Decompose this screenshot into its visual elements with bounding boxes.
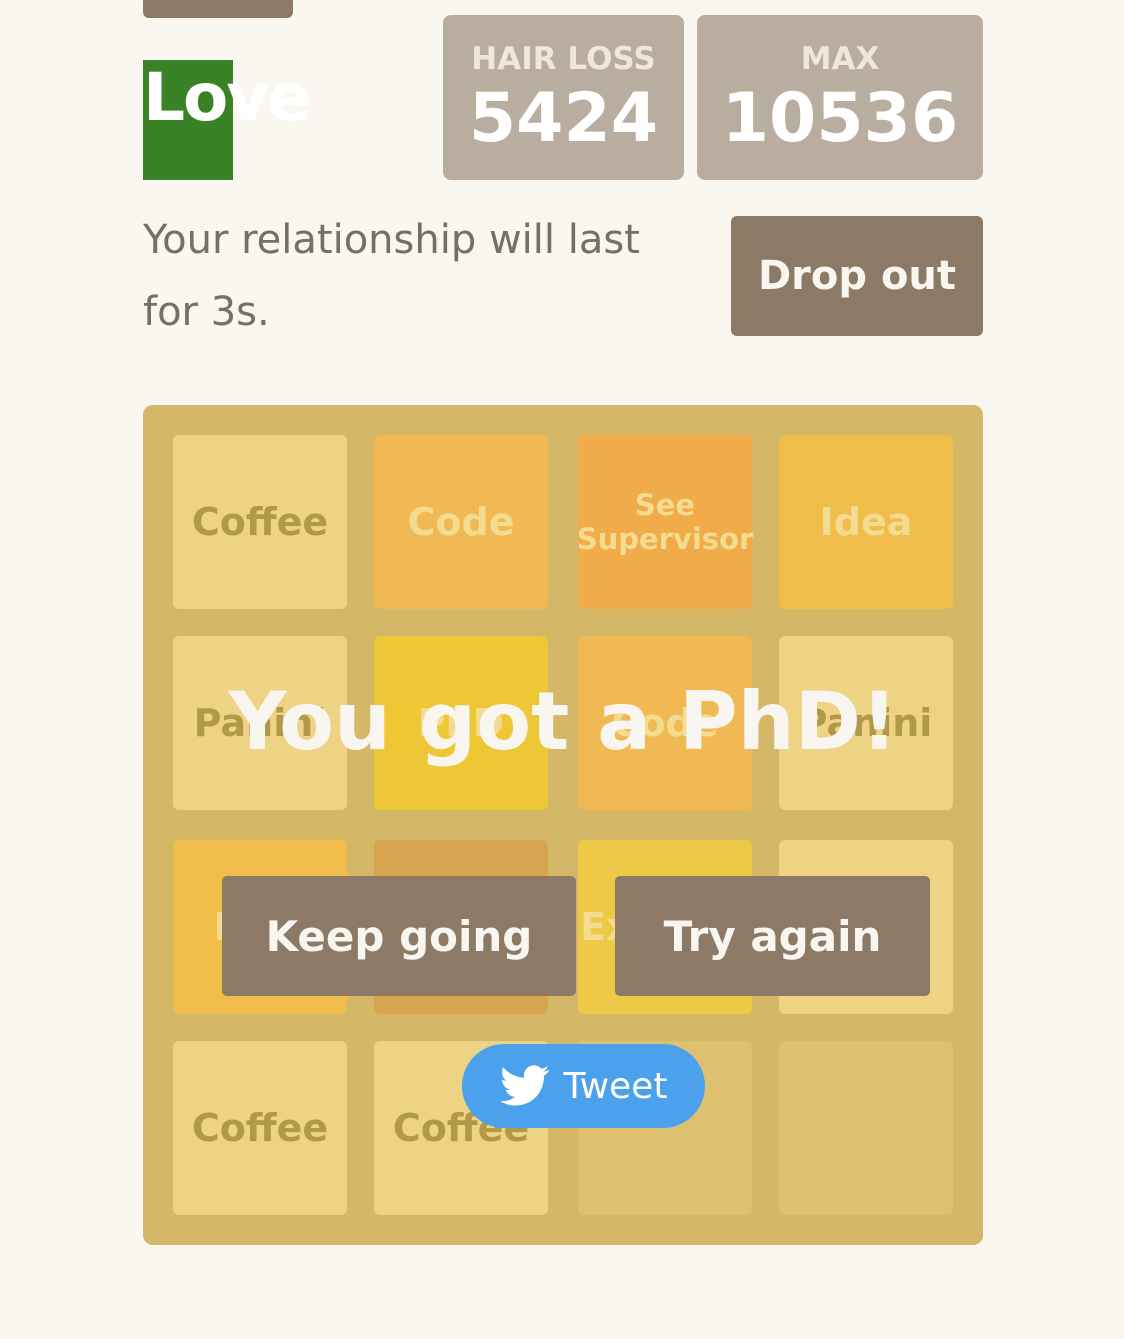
hair-loss-score: HAIR LOSS 5424: [443, 15, 684, 180]
top-menu-stub: [143, 0, 293, 18]
keep-going-button[interactable]: Keep going: [222, 876, 576, 996]
max-label: MAX: [800, 41, 880, 77]
intro-text: Your relationship will last for 3s.: [143, 217, 640, 335]
try-again-button[interactable]: Try again: [615, 876, 930, 996]
max-value: 10536: [721, 79, 959, 158]
drop-out-button[interactable]: Drop out: [731, 216, 983, 336]
tweet-label: Tweet: [563, 1065, 668, 1107]
game-board: Coffee Code See Supervisor Idea Panini P…: [143, 405, 983, 1245]
max-score: MAX 10536: [697, 15, 983, 180]
win-message: You got a PhD!: [228, 675, 898, 768]
logo-title: Love: [143, 59, 312, 136]
hair-loss-label: HAIR LOSS: [471, 41, 656, 77]
twitter-bird-icon: [499, 1065, 549, 1106]
tweet-button[interactable]: Tweet: [462, 1044, 705, 1128]
hair-loss-value: 5424: [468, 79, 659, 158]
